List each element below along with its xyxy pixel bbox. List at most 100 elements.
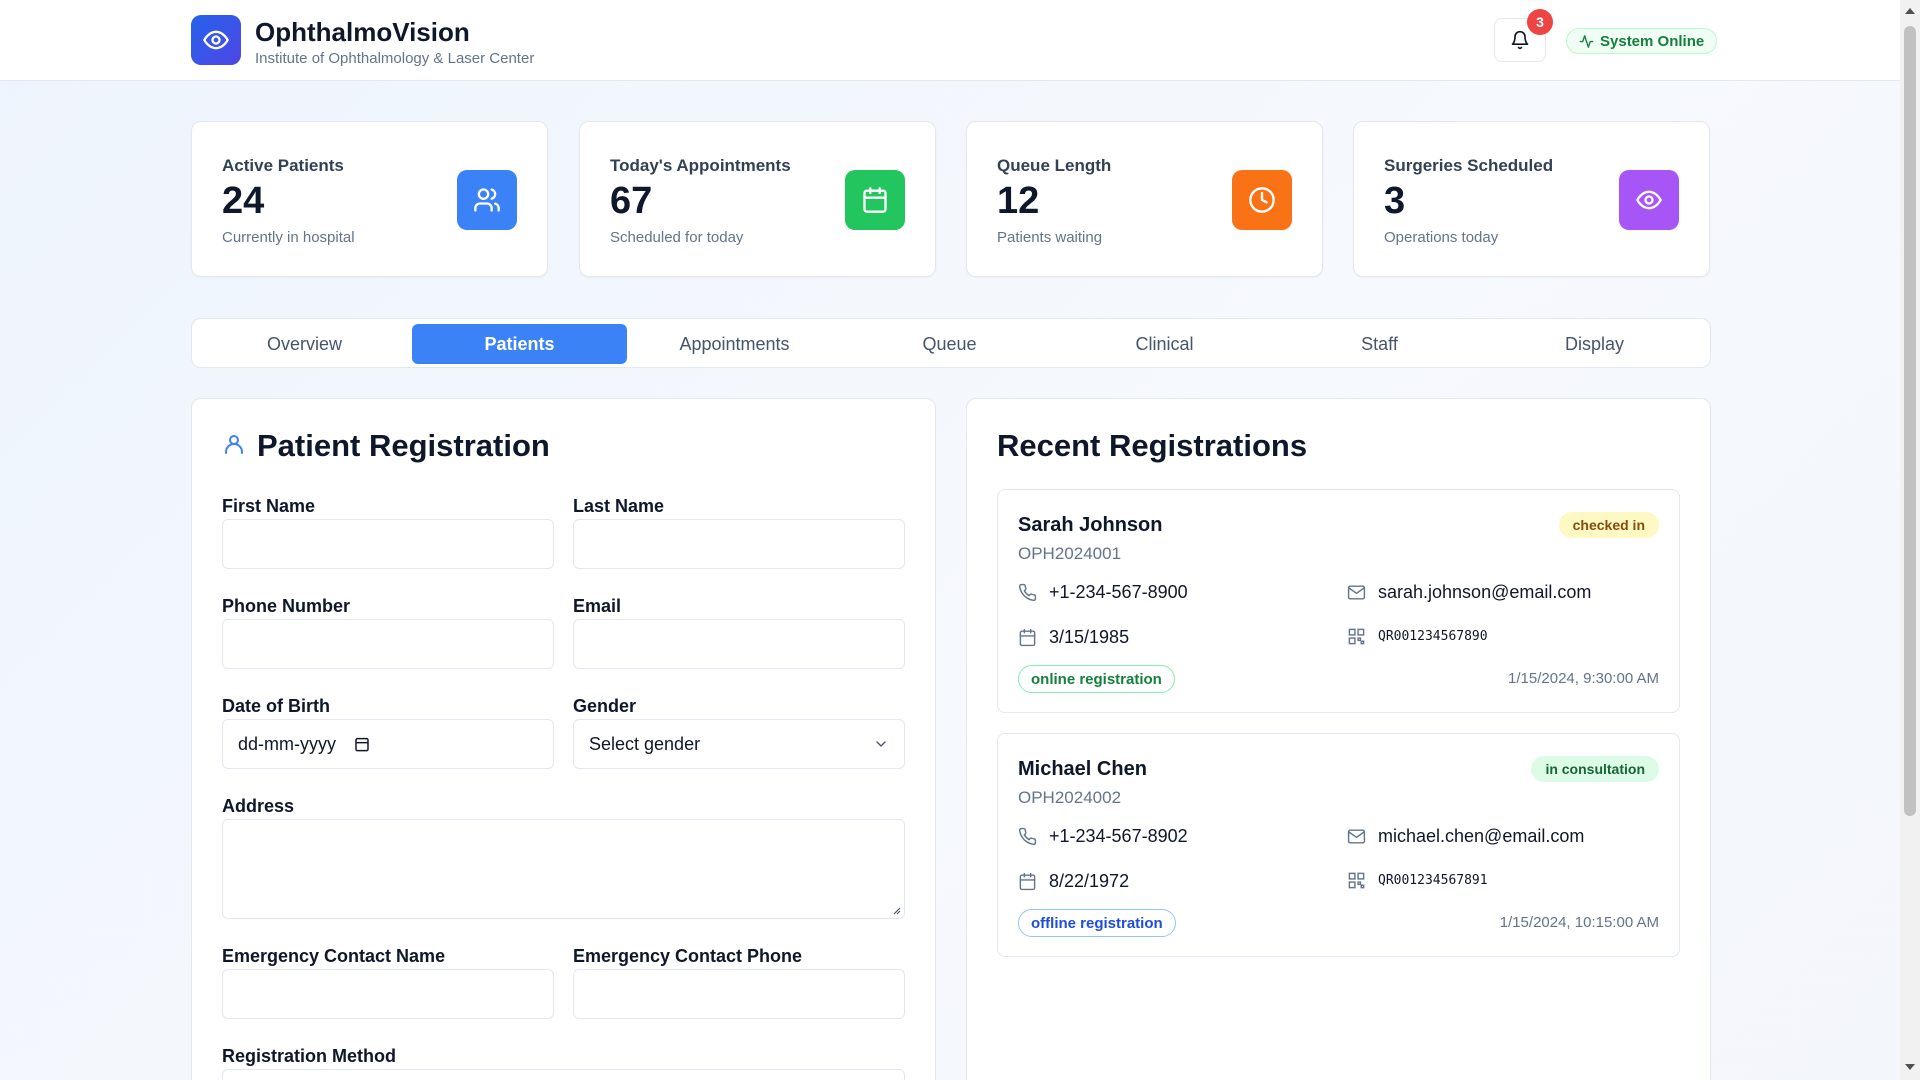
qr-code-icon xyxy=(1348,628,1365,645)
phone-icon xyxy=(1018,827,1037,846)
patient-name: Sarah Johnson xyxy=(1018,514,1163,536)
qr-code-icon xyxy=(1348,872,1365,889)
phone-label: Phone Number xyxy=(222,596,351,616)
tab-appointments[interactable]: Appointments xyxy=(627,324,842,364)
stat-label: Surgeries Scheduled xyxy=(1384,156,1554,175)
email-value: sarah.johnson@email.com xyxy=(1378,582,1592,602)
tab-display[interactable]: Display xyxy=(1487,324,1702,364)
status-badge: in consultation xyxy=(1531,756,1659,782)
users-icon xyxy=(457,170,517,230)
registration-method-label: Registration Method xyxy=(222,1046,396,1066)
first-name-label: First Name xyxy=(222,496,316,516)
phone-row: +1-234-567-8900 xyxy=(1018,582,1188,603)
registration-timestamp: 1/15/2024, 9:30:00 AM xyxy=(1508,670,1659,687)
qr-row: QR001234567891 xyxy=(1347,871,1488,890)
status-badge: checked in xyxy=(1558,512,1659,538)
system-status-label: System Online xyxy=(1600,32,1705,50)
recent-registrations-title: Recent Registrations xyxy=(997,428,1308,463)
registration-timestamp: 1/15/2024, 10:15:00 AM xyxy=(1499,914,1659,931)
patient-name: Michael Chen xyxy=(1018,758,1147,780)
mail-icon xyxy=(1347,585,1366,600)
email-row: sarah.johnson@email.com xyxy=(1347,582,1591,603)
dob-row: 3/15/1985 xyxy=(1018,627,1129,648)
phone-value: +1-234-567-8900 xyxy=(1049,582,1188,602)
calendar-icon xyxy=(1019,628,1036,647)
calendar-icon xyxy=(1019,872,1036,891)
app-header: OphthalmoVision Institute of Ophthalmolo… xyxy=(0,0,1900,81)
stat-subtext: Operations today xyxy=(1384,229,1499,246)
bell-icon xyxy=(1511,30,1529,50)
calendar-icon[interactable] xyxy=(354,736,370,752)
qr-value: QR001234567891 xyxy=(1378,873,1488,888)
dob-input[interactable]: dd-mm-yyyy xyxy=(222,719,554,769)
address-label: Address xyxy=(222,796,295,816)
registration-method-badge: online registration xyxy=(1018,665,1175,693)
stat-value: 67 xyxy=(610,180,653,222)
notification-count-badge: 3 xyxy=(1527,9,1553,35)
registration-card[interactable]: Sarah Johnson OPH2024001 checked in +1-2… xyxy=(997,489,1680,713)
scroll-down-arrow[interactable] xyxy=(1905,1064,1915,1070)
page-scrollbar[interactable] xyxy=(1900,0,1920,1080)
scroll-up-arrow[interactable] xyxy=(1905,8,1915,14)
chevron-down-icon xyxy=(876,741,886,747)
stat-label: Today's Appointments xyxy=(610,156,791,175)
dob-row: 8/22/1972 xyxy=(1018,871,1129,892)
tab-overview[interactable]: Overview xyxy=(197,324,412,364)
phone-input[interactable] xyxy=(222,619,554,669)
emergency-contact-name-label: Emergency Contact Name xyxy=(222,946,446,966)
stat-card-surgeries: Surgeries Scheduled 3 Operations today xyxy=(1353,121,1710,277)
stat-subtext: Patients waiting xyxy=(997,229,1103,246)
stat-subtext: Scheduled for today xyxy=(610,229,744,246)
eye-icon xyxy=(203,30,229,50)
qr-row: QR001234567890 xyxy=(1347,627,1488,646)
activity-icon xyxy=(1579,34,1594,48)
email-input[interactable] xyxy=(573,619,905,669)
stat-subtext: Currently in hospital xyxy=(222,229,355,246)
qr-value: QR001234567890 xyxy=(1378,629,1488,644)
stat-card-queue: Queue Length 12 Patients waiting xyxy=(966,121,1323,277)
scrollbar-thumb[interactable] xyxy=(1904,26,1916,816)
registration-card[interactable]: Michael Chen OPH2024002 in consultation … xyxy=(997,733,1680,957)
notifications-button[interactable]: 3 xyxy=(1494,9,1553,62)
email-value: michael.chen@email.com xyxy=(1378,826,1585,846)
dob-value: 3/15/1985 xyxy=(1049,627,1130,647)
system-status-badge: System Online xyxy=(1566,28,1718,54)
dob-value: 8/22/1972 xyxy=(1049,871,1130,891)
emergency-contact-phone-input[interactable] xyxy=(573,969,905,1019)
registration-method-select[interactable] xyxy=(222,1069,905,1080)
resize-handle-icon[interactable] xyxy=(891,905,901,915)
app-logo xyxy=(191,15,241,65)
app-title: OphthalmoVision xyxy=(255,17,470,47)
stat-card-appointments: Today's Appointments 67 Scheduled for to… xyxy=(579,121,936,277)
stat-value: 24 xyxy=(222,180,265,222)
emergency-contact-phone-label: Emergency Contact Phone xyxy=(573,946,803,966)
first-name-input[interactable] xyxy=(222,519,554,569)
tab-staff[interactable]: Staff xyxy=(1272,324,1487,364)
last-name-input[interactable] xyxy=(573,519,905,569)
email-label: Email xyxy=(573,596,622,616)
emergency-contact-name-input[interactable] xyxy=(222,969,554,1019)
phone-icon xyxy=(1018,583,1037,602)
dob-placeholder: dd-mm-yyyy xyxy=(238,733,336,754)
gender-label: Gender xyxy=(573,696,637,716)
app-subtitle: Institute of Ophthalmology & Laser Cente… xyxy=(255,50,535,67)
phone-row: +1-234-567-8902 xyxy=(1018,826,1188,847)
last-name-label: Last Name xyxy=(573,496,665,516)
stat-label: Queue Length xyxy=(997,156,1112,175)
registration-title: Patient Registration xyxy=(257,428,550,463)
stat-value: 3 xyxy=(1384,180,1406,222)
stat-value: 12 xyxy=(997,180,1040,222)
user-icon xyxy=(225,435,243,454)
tab-queue[interactable]: Queue xyxy=(842,324,1057,364)
tab-patients[interactable]: Patients xyxy=(412,324,627,364)
patient-id: OPH2024002 xyxy=(1018,788,1122,807)
address-textarea[interactable] xyxy=(222,819,905,919)
phone-value: +1-234-567-8902 xyxy=(1049,826,1188,846)
patient-id: OPH2024001 xyxy=(1018,544,1122,563)
dob-label: Date of Birth xyxy=(222,696,330,716)
tab-clinical[interactable]: Clinical xyxy=(1057,324,1272,364)
email-row: michael.chen@email.com xyxy=(1347,826,1584,847)
gender-select[interactable]: Select gender xyxy=(573,719,905,769)
eye-icon xyxy=(1619,170,1679,230)
calendar-icon xyxy=(845,170,905,230)
